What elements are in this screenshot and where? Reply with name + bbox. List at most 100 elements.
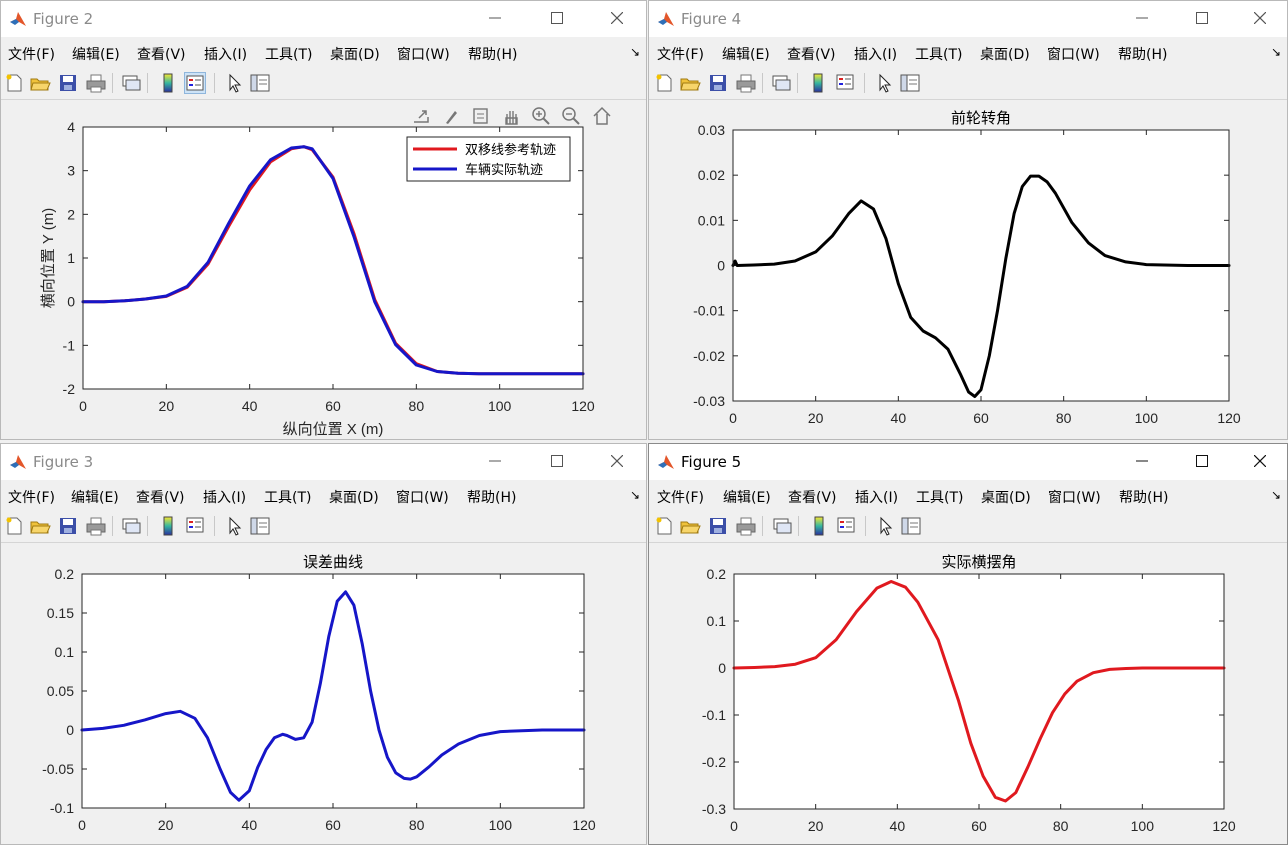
menu-tools[interactable]: 工具(T) [264,487,311,507]
menu-tools[interactable]: 工具(T) [916,487,963,507]
menu-file[interactable]: 文件(F) [8,487,55,507]
legend-icon[interactable] [835,72,857,94]
menu-view[interactable]: 查看(V) [788,487,837,507]
legend-icon[interactable] [185,515,207,537]
property-inspector-icon[interactable] [900,515,922,537]
menu-file[interactable]: 文件(F) [8,44,55,64]
menu-help[interactable]: 帮助(H) [1119,487,1168,507]
open-file-icon[interactable] [679,515,701,537]
menu-window[interactable]: 窗口(W) [1047,44,1100,64]
property-inspector-icon[interactable] [249,515,271,537]
pointer-icon[interactable] [873,72,895,94]
chart-title: 实际横摆角 [941,554,1016,571]
open-file-icon[interactable] [29,515,51,537]
menu-overflow-icon[interactable]: ↘ [630,45,640,59]
menu-tools[interactable]: 工具(T) [915,44,962,64]
legend-icon[interactable] [836,515,858,537]
toolbar-separator [797,73,798,93]
x-tick-label: 20 [808,818,824,834]
menu-view[interactable]: 查看(V) [137,44,186,64]
open-file-icon[interactable] [679,72,701,94]
print-icon[interactable] [85,72,107,94]
link-plot-icon[interactable] [120,72,142,94]
maximize-button[interactable] [1179,4,1225,34]
menu-file[interactable]: 文件(F) [657,487,704,507]
new-figure-icon[interactable] [3,515,25,537]
menu-overflow-icon[interactable]: ↘ [1271,488,1281,502]
property-inspector-icon[interactable] [899,72,921,94]
menu-insert[interactable]: 插入(I) [204,44,247,64]
new-figure-icon[interactable] [3,72,25,94]
menu-help[interactable]: 帮助(H) [468,44,517,64]
save-icon[interactable] [707,72,729,94]
new-figure-icon[interactable] [653,72,675,94]
close-button[interactable] [594,4,640,34]
minimize-button[interactable] [1119,4,1165,34]
menu-overflow-icon[interactable]: ↘ [1271,45,1281,59]
print-icon[interactable] [85,515,107,537]
maximize-button[interactable] [534,4,580,34]
x-tick-label: 40 [242,817,258,833]
y-tick-label: 0 [717,258,725,274]
menu-help[interactable]: 帮助(H) [467,487,516,507]
print-icon[interactable] [735,515,757,537]
maximize-button[interactable] [534,447,580,477]
plot-area [82,574,584,808]
close-button[interactable] [1237,4,1283,34]
colorbar-icon[interactable] [808,515,830,537]
toolbar-separator [865,516,866,536]
pointer-icon[interactable] [223,72,245,94]
menu-view[interactable]: 查看(V) [136,487,185,507]
menu-desktop[interactable]: 桌面(D) [329,487,379,507]
link-plot-icon[interactable] [120,515,142,537]
save-icon[interactable] [57,72,79,94]
pointer-icon[interactable] [874,515,896,537]
menu-window[interactable]: 窗口(W) [397,44,450,64]
link-plot-icon[interactable] [770,72,792,94]
legend-icon[interactable] [184,72,206,94]
title-bar[interactable]: Figure 4 [649,1,1287,37]
colorbar-icon[interactable] [807,72,829,94]
title-bar[interactable]: Figure 5 [649,444,1287,480]
close-button[interactable] [594,447,640,477]
property-inspector-icon[interactable] [249,72,271,94]
menu-window[interactable]: 窗口(W) [1048,487,1101,507]
close-button[interactable] [1237,447,1283,477]
open-file-icon[interactable] [29,72,51,94]
menu-window[interactable]: 窗口(W) [396,487,449,507]
print-icon[interactable] [735,72,757,94]
x-tick-label: 100 [488,398,512,414]
pointer-icon[interactable] [223,515,245,537]
save-icon[interactable] [57,515,79,537]
save-icon[interactable] [707,515,729,537]
menu-desktop[interactable]: 桌面(D) [980,44,1030,64]
title-bar[interactable]: Figure 3 [1,444,646,480]
x-tick-label: 20 [158,817,174,833]
minimize-button[interactable] [472,447,518,477]
title-bar[interactable]: Figure 2 [1,1,646,37]
menu-help[interactable]: 帮助(H) [1118,44,1167,64]
menu-insert[interactable]: 插入(I) [203,487,246,507]
minimize-button[interactable] [1119,447,1165,477]
window-title: Figure 5 [681,453,742,471]
menu-overflow-icon[interactable]: ↘ [630,488,640,502]
menu-insert[interactable]: 插入(I) [854,44,897,64]
menu-insert[interactable]: 插入(I) [855,487,898,507]
menu-view[interactable]: 查看(V) [787,44,836,64]
menu-desktop[interactable]: 桌面(D) [981,487,1031,507]
minimize-button[interactable] [472,4,518,34]
maximize-button[interactable] [1179,447,1225,477]
colorbar-icon[interactable] [157,515,179,537]
y-tick-label: 0 [718,660,726,676]
menu-edit[interactable]: 编辑(E) [72,44,120,64]
link-plot-icon[interactable] [771,515,793,537]
menu-edit[interactable]: 编辑(E) [723,487,771,507]
menu-desktop[interactable]: 桌面(D) [330,44,380,64]
menu-edit[interactable]: 编辑(E) [722,44,770,64]
colorbar-icon[interactable] [157,72,179,94]
y-tick-label: -0.3 [702,801,726,817]
menu-edit[interactable]: 编辑(E) [71,487,119,507]
menu-file[interactable]: 文件(F) [657,44,704,64]
new-figure-icon[interactable] [653,515,675,537]
menu-tools[interactable]: 工具(T) [265,44,312,64]
